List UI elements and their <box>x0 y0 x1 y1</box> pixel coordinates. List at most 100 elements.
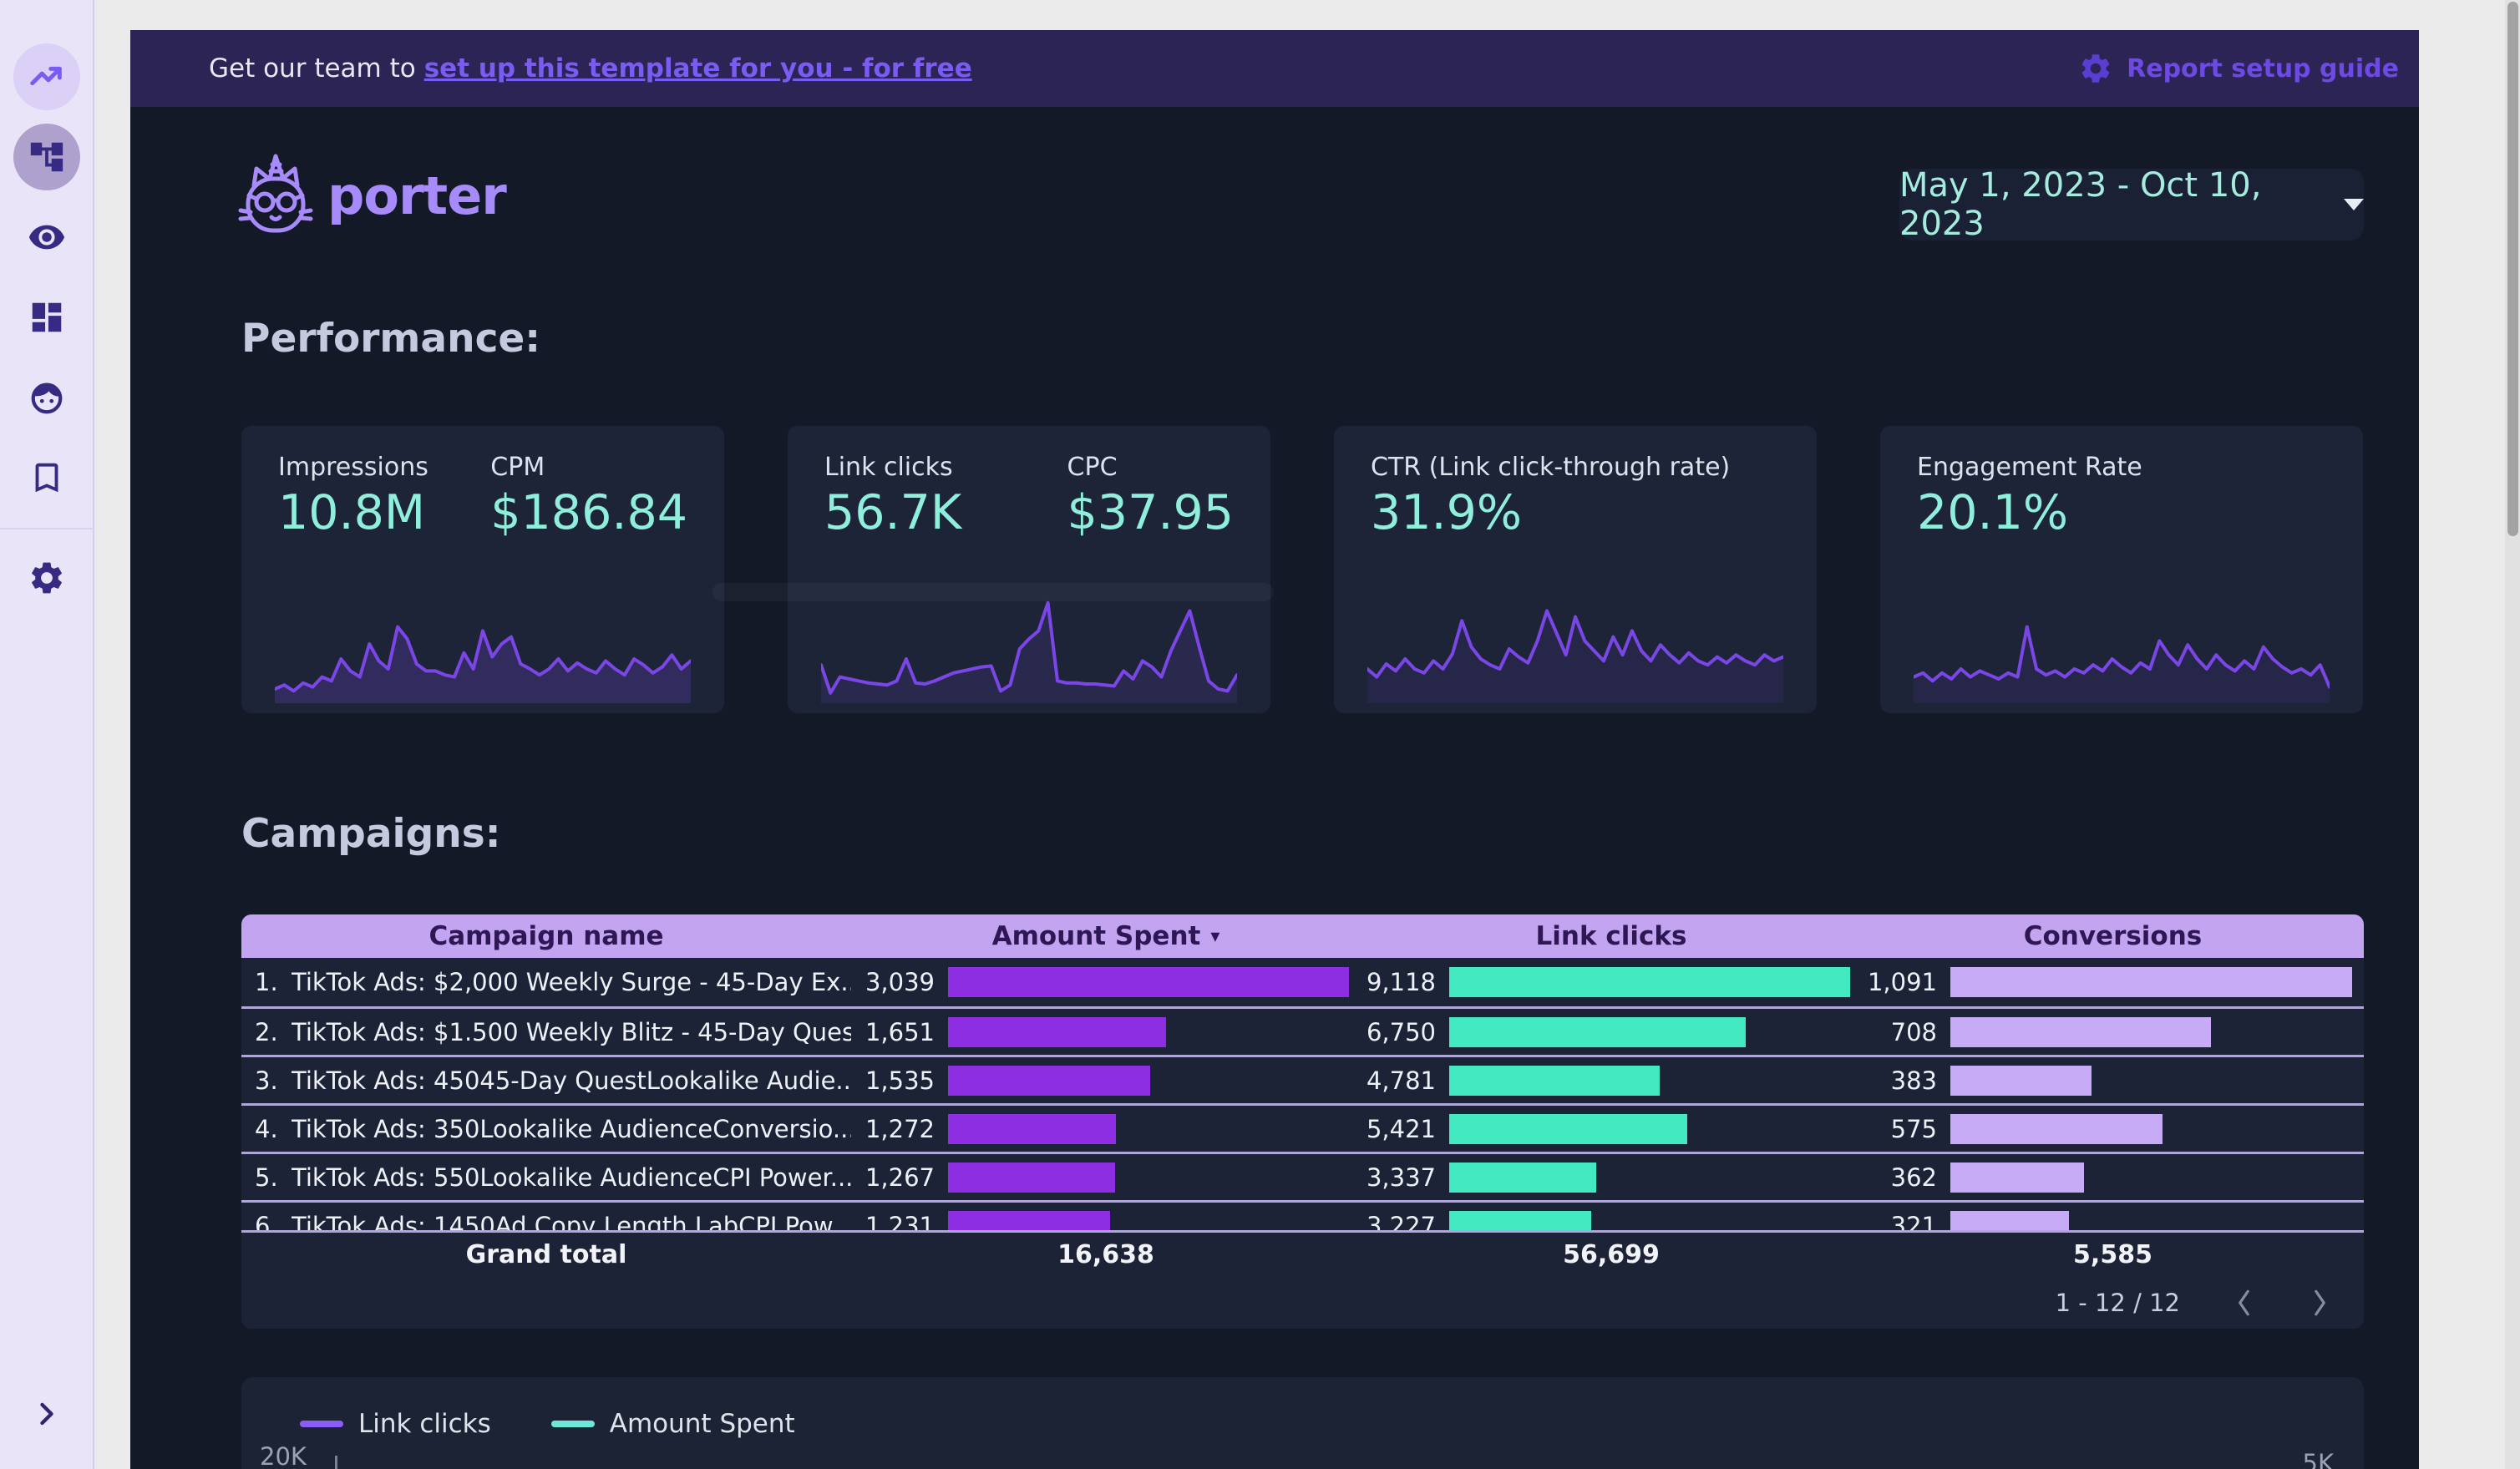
sidebar-item-audience[interactable] <box>13 364 80 431</box>
table-row: 4. TikTok Ads: 350Lookalike AudienceConv… <box>241 1103 2364 1152</box>
kpi-label: CTR (Link click-through rate) <box>1371 453 1730 482</box>
conversions-bar-cell <box>1945 1066 2364 1096</box>
sidebar-item-hierarchy[interactable] <box>13 124 80 190</box>
hover-highlight-strip <box>712 583 1274 601</box>
campaigns-table: Campaign name Amount Spent ▾ Link clicks… <box>241 914 2364 1329</box>
sidebar-expand-button[interactable] <box>28 1396 65 1436</box>
sidebar-divider <box>0 528 94 529</box>
pagination: 1 - 12 / 12 <box>241 1277 2364 1329</box>
legend-item-amount-spent[interactable]: Amount Spent <box>551 1409 795 1439</box>
conversions-value: 383 <box>1862 1066 1945 1095</box>
row-number: 2. <box>241 1018 292 1046</box>
conversions-value: 575 <box>1862 1115 1945 1143</box>
report-canvas: Get our team to set up this template for … <box>130 30 2419 1469</box>
timeseries-chart-panel: Link clicks Amount Spent 20K 5K <box>241 1377 2364 1469</box>
amount-spent-bar <box>948 967 1349 997</box>
kpi-label: Impressions <box>278 453 428 482</box>
page-scrollbar <box>2505 0 2520 1469</box>
row-number: 4. <box>241 1115 292 1143</box>
kpi-value: 56.7K <box>824 485 961 540</box>
campaign-rows: 1. TikTok Ads: $2,000 Weekly Surge - 45-… <box>241 958 2364 1230</box>
link-clicks-bar-cell <box>1444 1114 1862 1144</box>
kpi-metric: Impressions 10.8M <box>278 453 428 540</box>
sidebar-item-trending[interactable] <box>13 43 80 110</box>
sidebar-item-view[interactable] <box>13 204 80 271</box>
column-header-link-clicks[interactable]: Link clicks <box>1361 914 1862 958</box>
link-clicks-bar <box>1449 1163 1596 1193</box>
chevron-left-icon <box>2234 1287 2255 1319</box>
porter-cat-icon <box>237 154 314 237</box>
promo-banner: Get our team to set up this template for … <box>130 30 2419 107</box>
conversions-bar-cell <box>1945 967 2364 997</box>
chart-legend: Link clicks Amount Spent <box>300 1409 795 1439</box>
banner-text: Get our team to set up this template for … <box>209 53 972 84</box>
grand-total-label: Grand total <box>241 1240 851 1269</box>
table-row: 6. TikTok Ads: 1450Ad Copy Length LabCPI… <box>241 1200 2364 1230</box>
report-setup-guide-button[interactable]: Report setup guide <box>2078 51 2402 86</box>
conversions-bar <box>1950 967 2352 997</box>
row-number: 5. <box>241 1163 292 1192</box>
date-range-value: May 1, 2023 - Oct 10, 2023 <box>1899 166 2315 243</box>
conversions-value: 362 <box>1862 1163 1945 1192</box>
report-main: porter May 1, 2023 - Oct 10, 2023 Perfor… <box>130 107 2419 1469</box>
conversions-bar <box>1950 1066 2092 1096</box>
sidebar-item-settings[interactable] <box>13 545 80 611</box>
porter-logo-text: porter <box>327 165 506 226</box>
link-clicks-bar-cell <box>1444 1211 1862 1231</box>
sparkline-ctr <box>1367 593 1783 703</box>
link-clicks-bar-cell <box>1444 1163 1862 1193</box>
table-row: 5. TikTok Ads: 550Lookalike AudienceCPI … <box>241 1152 2364 1200</box>
axis-tick-mark <box>335 1456 337 1469</box>
kpi-label: CPM <box>490 453 687 482</box>
banner-prefix: Get our team to <box>209 53 416 84</box>
kpi-metric: CPC $37.95 <box>1067 453 1234 540</box>
legend-item-link-clicks[interactable]: Link clicks <box>300 1409 491 1439</box>
sparkline-link-clicks <box>821 593 1237 703</box>
campaign-name: TikTok Ads: 350Lookalike AudienceConvers… <box>292 1115 851 1143</box>
column-header-amount-spent[interactable]: Amount Spent ▾ <box>851 914 1361 958</box>
grand-total-conversions: 5,585 <box>1862 1240 2364 1269</box>
scrollbar-thumb[interactable] <box>2507 2 2518 536</box>
column-header-campaign-name[interactable]: Campaign name <box>241 914 851 958</box>
data-hierarchy-icon <box>28 138 66 176</box>
campaigns-table-header: Campaign name Amount Spent ▾ Link clicks… <box>241 914 2364 958</box>
column-header-conversions[interactable]: Conversions <box>1862 914 2364 958</box>
campaign-name: TikTok Ads: $2,000 Weekly Surge - 45-Day… <box>292 968 851 996</box>
conversions-bar-cell <box>1945 1211 2364 1231</box>
conversions-bar <box>1950 1114 2163 1144</box>
gear-icon <box>2078 51 2113 86</box>
amount-spent-bar-cell <box>943 1017 1361 1047</box>
kpi-cards-row: Impressions 10.8M CPM $186.84 Link click… <box>241 426 2363 713</box>
link-clicks-value: 9,118 <box>1361 968 1444 996</box>
pagination-next-button[interactable] <box>2309 1287 2330 1319</box>
link-clicks-bar <box>1449 1211 1591 1231</box>
amount-spent-bar-cell <box>943 1114 1361 1144</box>
grand-total-row: Grand total 16,638 56,699 5,585 <box>241 1230 2364 1277</box>
pagination-prev-button[interactable] <box>2234 1287 2255 1319</box>
eye-icon <box>28 218 66 256</box>
kpi-card-ctr: CTR (Link click-through rate) 31.9% <box>1334 426 1817 713</box>
sidebar-item-bookmark[interactable] <box>13 444 80 511</box>
link-clicks-bar-cell <box>1444 1017 1862 1047</box>
conversions-bar <box>1950 1163 2084 1193</box>
kpi-card-engagement: Engagement Rate 20.1% <box>1880 426 2363 713</box>
grand-total-amount: 16,638 <box>851 1240 1361 1269</box>
y-axis-tick-right: 5K <box>2303 1449 2334 1469</box>
table-row: 2. TikTok Ads: $1.500 Weekly Blitz - 45-… <box>241 1006 2364 1055</box>
date-range-select[interactable]: May 1, 2023 - Oct 10, 2023 <box>1899 169 2364 241</box>
setup-template-link[interactable]: set up this template for you - for free <box>424 53 972 84</box>
bookmark-icon <box>28 458 66 497</box>
link-clicks-value: 6,750 <box>1361 1018 1444 1046</box>
kpi-label: Link clicks <box>824 453 961 482</box>
y-axis-tick-left: 20K <box>260 1442 307 1469</box>
sidebar-item-dashboard[interactable] <box>13 284 80 351</box>
link-clicks-bar-cell <box>1444 1066 1862 1096</box>
kpi-label: CPC <box>1067 453 1234 482</box>
conversions-bar <box>1950 1211 2069 1231</box>
kpi-metric: CTR (Link click-through rate) 31.9% <box>1371 453 1730 540</box>
report-setup-guide-label: Report setup guide <box>2127 54 2399 84</box>
link-clicks-value: 4,781 <box>1361 1066 1444 1095</box>
legend-swatch <box>551 1421 595 1427</box>
link-clicks-value: 3,227 <box>1361 1212 1444 1231</box>
kpi-value: $186.84 <box>490 485 687 540</box>
